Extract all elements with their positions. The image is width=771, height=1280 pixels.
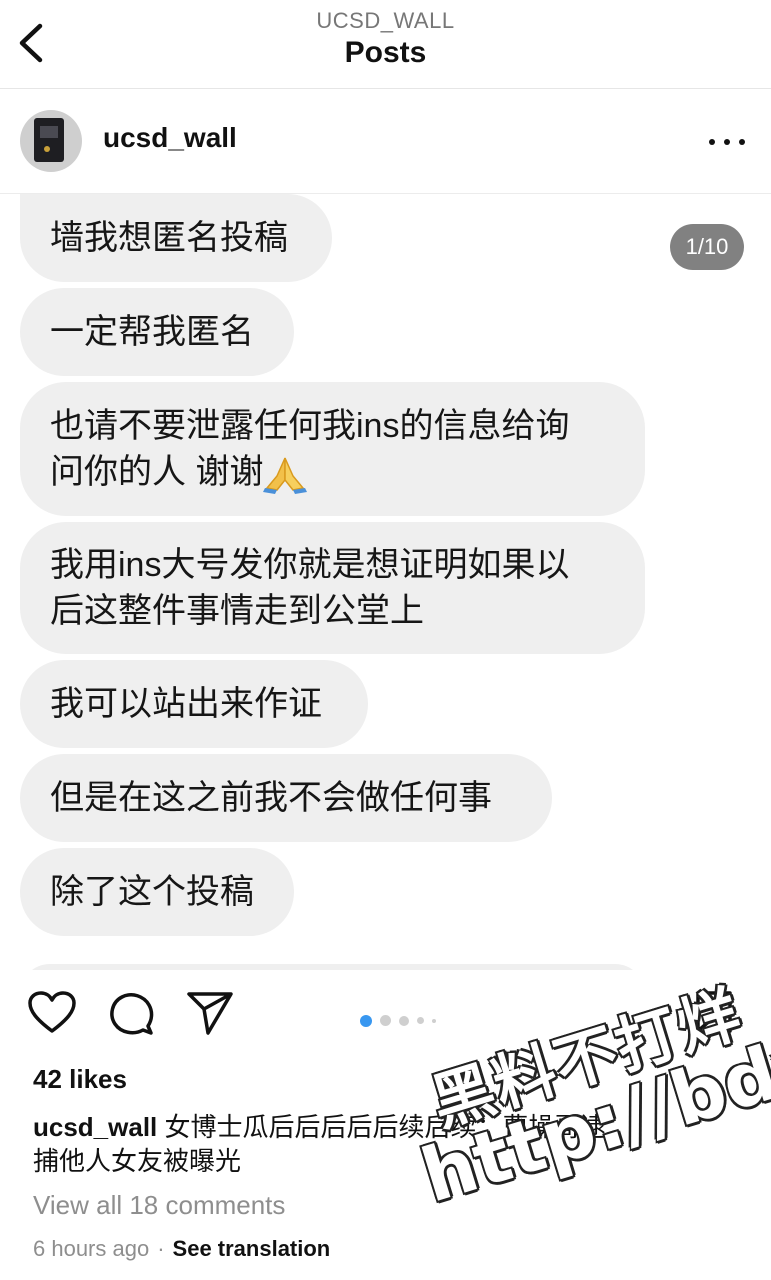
post-image[interactable]: 墙我想匿名投稿 一定帮我匿名 也请不要泄露任何我ins的信息给询 问你的人 谢谢 … <box>0 194 771 970</box>
message-bubble: 墙我想匿名投稿 <box>20 194 332 282</box>
more-options-icon[interactable] <box>707 122 747 162</box>
message-text: 也请不要泄露任何我ins的信息给询 问你的人 谢谢 <box>50 403 569 495</box>
post-time: 6 hours ago <box>33 1236 150 1261</box>
page-title: Posts <box>344 36 427 69</box>
separator: · <box>157 1236 165 1261</box>
message-bubble: 我可以站出来作证 <box>20 660 368 748</box>
message-bubble: 但是在这之前我不会做任何事 <box>20 754 552 842</box>
folded-hands-emoji <box>263 457 308 495</box>
image-counter: 1/10 <box>670 224 744 270</box>
heart-icon[interactable] <box>28 990 76 1036</box>
message-bubble: 除了这个投稿 <box>20 848 294 936</box>
post-header: ucsd_wall <box>0 88 771 194</box>
comment-icon[interactable] <box>108 990 154 1036</box>
top-bar: UCSD_WALL Posts <box>0 0 771 89</box>
message-bubble: 我用ins大号发你就是想证明如果以 后这整件事情走到公堂上 <box>20 522 645 654</box>
avatar[interactable] <box>20 110 82 172</box>
message-bubble: 一定帮我匿名 <box>20 288 294 376</box>
view-comments-link[interactable]: View all 18 comments <box>33 1190 285 1221</box>
post-username[interactable]: ucsd_wall <box>103 122 237 154</box>
message-bubble-partial <box>20 964 645 970</box>
account-name: UCSD_WALL <box>316 8 455 33</box>
caption-username[interactable]: ucsd_wall <box>33 1112 157 1142</box>
see-translation-link[interactable]: See translation <box>173 1236 331 1261</box>
likes-count[interactable]: 42 likes <box>33 1064 127 1095</box>
message-bubble: 也请不要泄露任何我ins的信息给询 问你的人 谢谢 <box>20 382 645 516</box>
post-meta: 6 hours ago · See translation <box>33 1236 330 1262</box>
share-icon[interactable] <box>186 990 234 1036</box>
